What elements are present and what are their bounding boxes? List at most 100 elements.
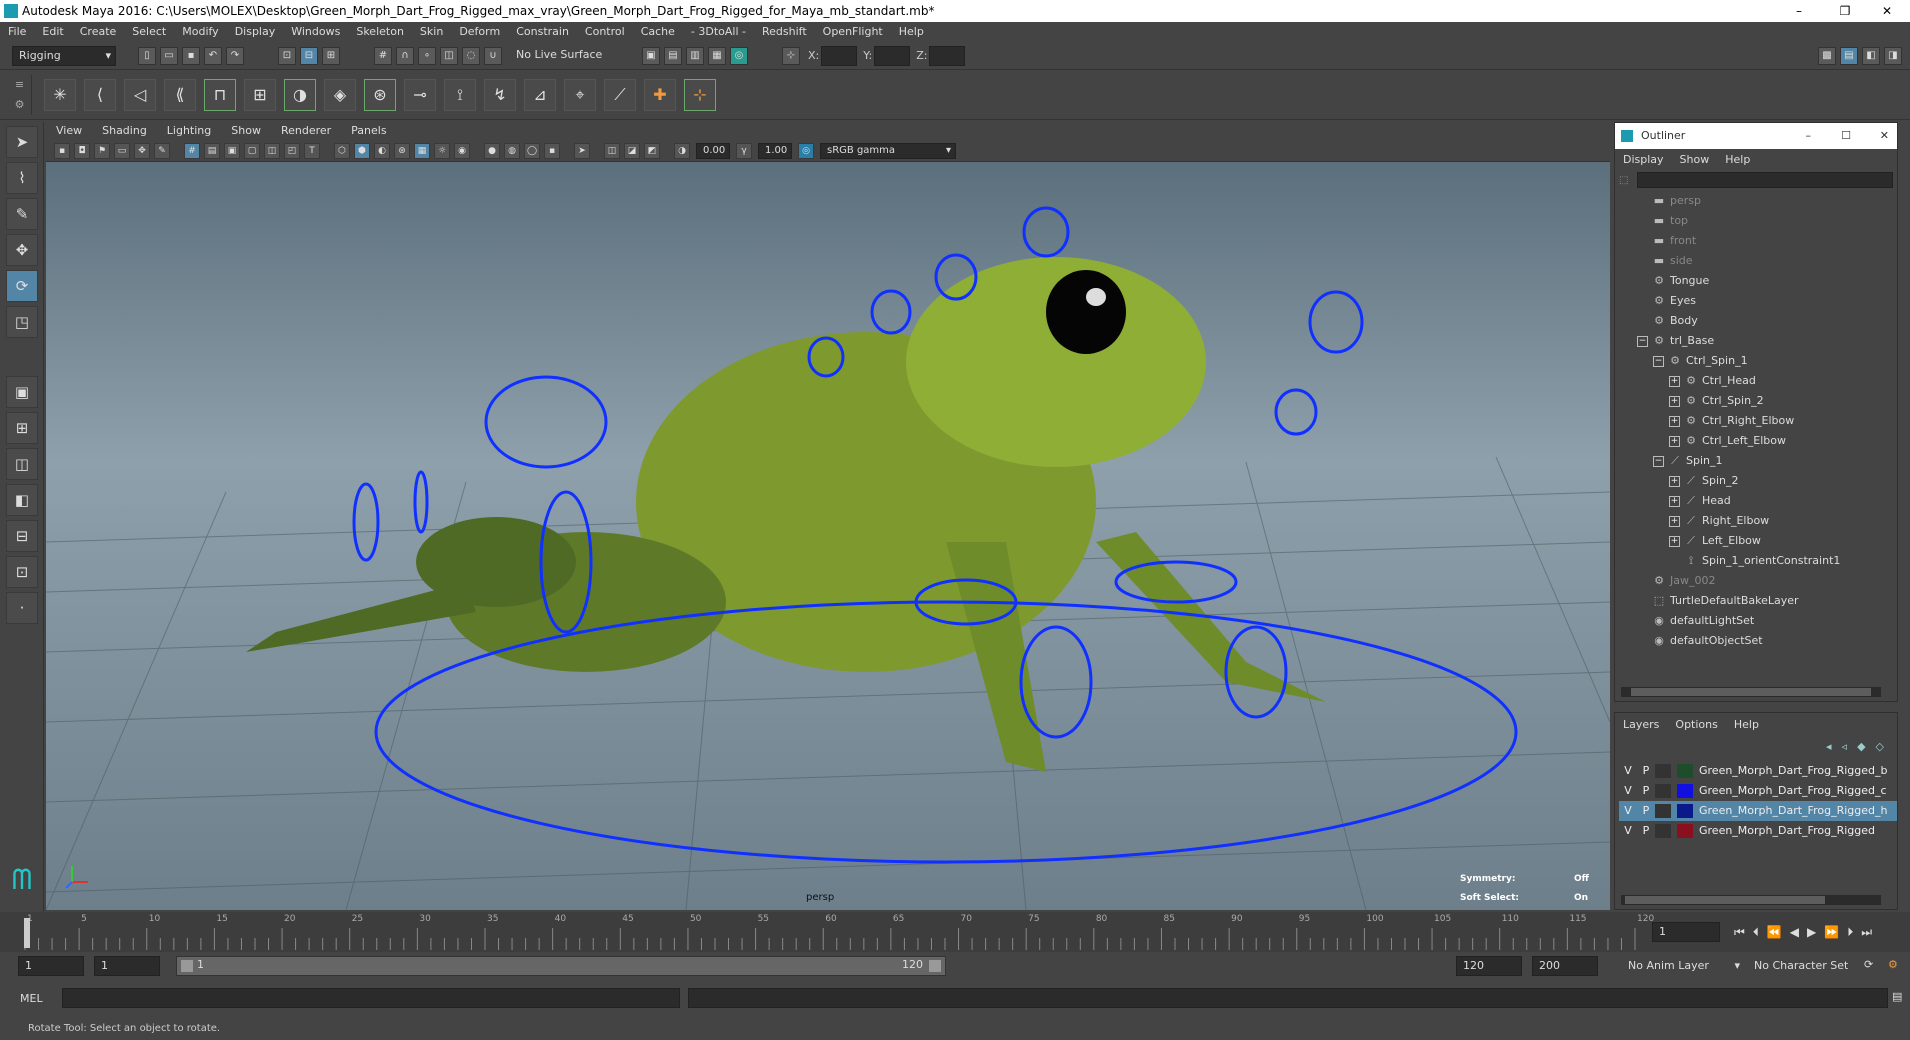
- expand-icon[interactable]: +: [1669, 535, 1680, 547]
- range-start-handle[interactable]: [181, 960, 193, 972]
- select-hierarchy-icon[interactable]: ⊡: [278, 46, 296, 65]
- expand-icon[interactable]: +: [1669, 395, 1680, 407]
- layer-type-toggle[interactable]: [1655, 784, 1671, 798]
- bind-skin-icon[interactable]: ⊓: [204, 78, 236, 111]
- outliner-item[interactable]: ⚙ Jaw_002: [1621, 571, 1897, 591]
- animation-start-field[interactable]: 1: [18, 956, 84, 976]
- layer-name[interactable]: Green_Morph_Dart_Frog_Rigged: [1699, 824, 1875, 837]
- expand-icon[interactable]: +: [1669, 375, 1680, 387]
- step-forward-key-icon[interactable]: ⏩: [1824, 925, 1839, 939]
- single-pane-layout-icon[interactable]: ▣: [6, 376, 38, 408]
- play-forwards-icon[interactable]: ▶: [1807, 925, 1816, 939]
- save-scene-icon[interactable]: ▪: [182, 46, 200, 65]
- transform-mode-icon[interactable]: ⊹: [782, 46, 800, 65]
- undo-icon[interactable]: ↶: [204, 46, 222, 65]
- menu-constrain[interactable]: Constrain: [508, 22, 577, 42]
- viewport-menu-renderer[interactable]: Renderer: [271, 122, 341, 140]
- outliner-item[interactable]: + ⟋ Spin_2: [1621, 471, 1897, 491]
- wireframe-on-shaded-icon[interactable]: ⊛: [394, 142, 410, 159]
- live-surface-field[interactable]: No Live Surface: [510, 45, 610, 66]
- current-frame-field[interactable]: 1: [1652, 922, 1720, 942]
- step-back-key-icon[interactable]: ⏪: [1767, 925, 1782, 939]
- point-constraint-icon[interactable]: ⟟: [444, 78, 476, 111]
- snap-view-icon[interactable]: ◫: [440, 46, 458, 65]
- motion-blur-icon[interactable]: ◍: [504, 142, 520, 159]
- color-space-dropdown[interactable]: sRGB gamma ▾: [820, 142, 956, 159]
- outliner-item[interactable]: − ⟋ Spin_1: [1621, 451, 1897, 471]
- menuset-dropdown[interactable]: Rigging ▾: [12, 45, 116, 66]
- outliner-item[interactable]: − ⚙ Ctrl_Spin_1: [1621, 351, 1897, 371]
- layer-color-swatch[interactable]: [1677, 764, 1693, 778]
- locator-icon[interactable]: ✚: [644, 78, 676, 111]
- viewport-menu-shading[interactable]: Shading: [92, 122, 157, 140]
- snap-grid-icon[interactable]: #: [374, 46, 392, 65]
- outliner-item[interactable]: + ⟋ Right_Elbow: [1621, 511, 1897, 531]
- safe-title-icon[interactable]: T: [304, 142, 320, 159]
- safe-action-icon[interactable]: ◰: [284, 142, 300, 159]
- more-layouts-icon[interactable]: ·: [6, 592, 38, 624]
- go-to-end-icon[interactable]: ⏭: [1861, 925, 1872, 940]
- layer-menu-options[interactable]: Options: [1667, 718, 1725, 731]
- layer-name[interactable]: Green_Morph_Dart_Frog_Rigged_h: [1699, 804, 1887, 817]
- modeling-toolkit-icon[interactable]: ▩: [1818, 46, 1836, 65]
- outliner-item[interactable]: ⚙ Eyes: [1621, 291, 1897, 311]
- move-layer-down-icon[interactable]: ◃: [1842, 740, 1848, 753]
- menu-select[interactable]: Select: [124, 22, 174, 42]
- textured-icon[interactable]: ▦: [414, 142, 430, 159]
- outliner-item[interactable]: ⚙ Tongue: [1621, 271, 1897, 291]
- orient-constraint-icon[interactable]: ⊸: [404, 78, 436, 111]
- outliner-item[interactable]: ▬ front: [1621, 231, 1897, 251]
- menu-create[interactable]: Create: [72, 22, 125, 42]
- bookmark-icon[interactable]: ⚑: [94, 142, 110, 159]
- gamma-field[interactable]: 1.00: [758, 142, 792, 159]
- layer-visibility-toggle[interactable]: V: [1619, 761, 1637, 781]
- new-scene-icon[interactable]: ▯: [138, 46, 156, 65]
- step-forward-frame-icon[interactable]: ⏵: [1847, 925, 1853, 940]
- menu-3dtoall[interactable]: - 3DtoAll -: [683, 22, 754, 42]
- z-field[interactable]: [929, 45, 966, 66]
- menu-modify[interactable]: Modify: [174, 22, 226, 42]
- outliner-maximize-icon[interactable]: ☐: [1841, 123, 1851, 149]
- aim-constraint-icon[interactable]: ↯: [484, 78, 516, 111]
- menu-deform[interactable]: Deform: [451, 22, 508, 42]
- menu-windows[interactable]: Windows: [283, 22, 348, 42]
- select-component-icon[interactable]: ⊞: [322, 46, 340, 65]
- mel-label[interactable]: MEL: [20, 990, 60, 1008]
- outliner-item[interactable]: + ⚙ Ctrl_Head: [1621, 371, 1897, 391]
- side-by-side-layout-icon[interactable]: ◫: [6, 448, 38, 480]
- xray-components-icon[interactable]: ◩: [644, 142, 660, 159]
- tool-settings-toggle-icon[interactable]: ◨: [1884, 46, 1902, 65]
- snap-curve-icon[interactable]: ∩: [396, 46, 414, 65]
- filter-icon[interactable]: ⬚: [1619, 175, 1633, 186]
- magnet-icon[interactable]: ∪: [484, 46, 502, 65]
- layer-playback-toggle[interactable]: P: [1637, 801, 1655, 821]
- paint-select-icon[interactable]: ✎: [6, 198, 38, 230]
- snap-surface-icon[interactable]: ◌: [462, 46, 480, 65]
- ik-spline-icon[interactable]: ◁: [124, 78, 156, 111]
- character-set-icon[interactable]: ⊹: [684, 78, 716, 111]
- lattice-icon[interactable]: ⊞: [244, 78, 276, 111]
- outliner-close-icon[interactable]: ✕: [1880, 123, 1889, 149]
- new-layer-icon[interactable]: ◆: [1857, 740, 1865, 753]
- outliner-item[interactable]: + ⚙ Ctrl_Right_Elbow: [1621, 411, 1897, 431]
- y-field[interactable]: [874, 45, 911, 66]
- layer-playback-toggle[interactable]: P: [1637, 781, 1655, 801]
- viewport-menu-panels[interactable]: Panels: [341, 122, 396, 140]
- expand-icon[interactable]: +: [1669, 495, 1680, 507]
- time-slider[interactable]: 1510152025303540455055606570758085909510…: [0, 912, 1910, 952]
- step-back-frame-icon[interactable]: ⏴: [1753, 925, 1759, 940]
- frog-model[interactable]: [246, 257, 1326, 772]
- expand-icon[interactable]: +: [1669, 475, 1680, 487]
- ipr-render-icon[interactable]: ▥: [686, 46, 704, 65]
- shelf-options-icon[interactable]: ≡ ⚙: [8, 74, 32, 115]
- move-tool-icon[interactable]: ✥: [6, 234, 38, 266]
- insert-joint-icon[interactable]: ⟪: [164, 78, 196, 111]
- wireframe-icon[interactable]: ⬡: [334, 142, 350, 159]
- gate-mask-icon[interactable]: ▢: [244, 142, 260, 159]
- outliner-item[interactable]: ▬ side: [1621, 251, 1897, 271]
- joint-tool-icon[interactable]: ✳: [44, 78, 76, 111]
- select-tool-icon[interactable]: ➤: [6, 126, 38, 158]
- outliner-item[interactable]: ⚙ Body: [1621, 311, 1897, 331]
- 2d-pan-zoom-icon[interactable]: ✥: [134, 142, 150, 159]
- image-plane-icon[interactable]: ▭: [114, 142, 130, 159]
